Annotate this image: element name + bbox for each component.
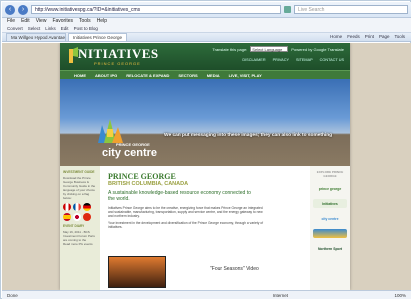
home-button[interactable]: Home	[330, 33, 342, 41]
nav-about-ipg[interactable]: ABOUT IPG	[95, 71, 117, 79]
status-bar: Done Internet 100%	[2, 290, 411, 299]
event-diary-text: May 16, 2011 - BCS Investment Forum Pari…	[63, 230, 95, 242]
refresh-icon[interactable]	[284, 6, 291, 13]
explore-title: EXPLORE PRINCE GEORGE	[316, 170, 344, 178]
event-more-link[interactable]: Read more PG events	[63, 242, 97, 246]
partner-northern-sport[interactable]: Northern Sport	[313, 244, 347, 253]
nav-media[interactable]: MEDIA	[207, 71, 220, 79]
logo-mark-icon	[69, 47, 78, 63]
spain-flag-icon[interactable]	[63, 213, 71, 221]
feeds-button[interactable]: Feeds	[347, 33, 360, 41]
video-thumbnail[interactable]	[108, 256, 166, 288]
investment-guide-title: INVESTMENT GUIDE	[63, 170, 95, 174]
partner-initiatives[interactable]: Initiatives	[313, 199, 347, 208]
flag-grid	[63, 203, 97, 221]
site-header: NITIATIVES PRINCE GEORGE Translate this …	[60, 43, 350, 70]
nav-home[interactable]: HOME	[74, 71, 86, 79]
menu-bar: File Edit View Favorites Tools Help	[2, 18, 411, 25]
germany-flag-icon[interactable]	[83, 203, 91, 211]
nav-relocate-expand[interactable]: RELOCATE & EXPAND	[126, 71, 169, 79]
hero-caption: We can put messaging into these images; …	[164, 133, 333, 138]
menu-edit[interactable]: Edit	[21, 18, 30, 25]
event-diary-title: EVENT DIARY	[63, 224, 85, 228]
powered-by-google: Powered by Google Translate	[291, 46, 344, 52]
browser-window: ‹ › http://www.initiativespg.ca/?ID=&ini…	[0, 0, 411, 299]
search-input[interactable]: Live Search	[294, 5, 408, 14]
zoom-level[interactable]: 100%	[394, 293, 406, 298]
disclaimer-link[interactable]: DISCLAIMER	[242, 58, 265, 62]
nav-sectors[interactable]: SECTORS	[178, 71, 197, 79]
japan-flag-icon[interactable]	[73, 213, 81, 221]
menu-favorites[interactable]: Favorites	[52, 18, 73, 25]
status-text: Done	[7, 292, 18, 298]
site-logo[interactable]: NITIATIVES	[78, 46, 159, 62]
intro-paragraph: Initiatives Prince George aims to be the…	[108, 206, 263, 218]
zone-text: Internet	[272, 292, 289, 298]
commitment-paragraph: Your investment in the development and d…	[108, 221, 264, 229]
tools-button[interactable]: Tools	[394, 33, 405, 41]
menu-tools[interactable]: Tools	[79, 18, 91, 25]
badge-city-centre: city centre	[102, 147, 158, 159]
nav-live-visit-play[interactable]: LIVE, VISIT, PLAY	[229, 71, 262, 79]
tab-initiatives[interactable]: Initiatives Prince George	[68, 33, 128, 41]
print-button[interactable]: Print	[365, 33, 374, 41]
investment-guide-text: Download the Prince George Business & Co…	[63, 176, 96, 200]
partner-prince-george[interactable]: prince george	[313, 184, 347, 193]
edit-button[interactable]: Edit	[61, 25, 69, 32]
translate-label: Translate this page:	[212, 46, 248, 52]
page-title: PRINCE GEORGE	[108, 172, 176, 181]
france-flag-icon[interactable]	[73, 203, 81, 211]
address-bar: ‹ › http://www.initiativespg.ca/?ID=&ini…	[2, 2, 411, 18]
canada-flag-icon[interactable]	[63, 203, 71, 211]
menu-help[interactable]: Help	[97, 18, 107, 25]
page-button[interactable]: Page	[379, 33, 390, 41]
language-select[interactable]: Select Language	[250, 46, 289, 52]
page-viewport[interactable]: NITIATIVES PRINCE GEORGE Translate this …	[2, 43, 411, 290]
tab-bar: Ma Willgeo Hypod Avantaes Initiatives Pr…	[2, 33, 411, 42]
back-icon[interactable]: ‹	[5, 4, 15, 15]
url-input[interactable]: http://www.initiativespg.ca/?ID=&initiat…	[31, 5, 281, 14]
forward-icon[interactable]: ›	[18, 4, 28, 15]
links-button[interactable]: Links	[45, 25, 56, 32]
hero-banner[interactable]: PRINCE GEORGE city centre We can put mes…	[60, 79, 350, 166]
city-centre-badge-icon	[98, 119, 123, 143]
main-navigation: HOME ABOUT IPG RELOCATE & EXPAND SECTORS…	[60, 70, 350, 79]
post-to-blog-button[interactable]: Post to Blog	[74, 25, 98, 32]
page-subtitle: BRITISH COLUMBIA, CANADA	[108, 181, 189, 187]
left-column: INVESTMENT GUIDE Download the Prince Geo…	[60, 166, 100, 290]
translate-widget: Translate this page: Select Language Pow…	[212, 46, 344, 52]
contact-us-link[interactable]: CONTACT US	[320, 58, 344, 62]
partner-sun-logo[interactable]	[313, 229, 347, 238]
content-area: INVESTMENT GUIDE Download the Prince Geo…	[60, 166, 350, 290]
site-logo-subtitle: PRINCE GEORGE	[94, 61, 141, 66]
sitemap-link[interactable]: SITEMAP	[296, 58, 313, 62]
tagline: A sustainable knowledge-based resource e…	[108, 190, 251, 202]
select-button[interactable]: Select	[28, 25, 41, 32]
privacy-link[interactable]: PRIVACY	[273, 58, 289, 62]
menu-file[interactable]: File	[7, 18, 15, 25]
webpage: NITIATIVES PRINCE GEORGE Translate this …	[60, 43, 350, 290]
china-flag-icon[interactable]	[83, 213, 91, 221]
command-bar: Home Feeds Print Page Tools	[330, 33, 411, 41]
utility-links: DISCLAIMER PRIVACY SITEMAP CONTACT US	[242, 58, 344, 62]
main-column: PRINCE GEORGE BRITISH COLUMBIA, CANADA A…	[100, 166, 310, 290]
convert-button[interactable]: Convert	[7, 25, 23, 32]
partner-city-centre[interactable]: city centre	[313, 214, 347, 223]
tab-hypod[interactable]: Ma Willgeo Hypod Avantaes	[6, 33, 66, 41]
links-bar: Convert Select Links Edit Post to Blog	[2, 25, 411, 33]
right-column: EXPLORE PRINCE GEORGE prince george Init…	[310, 166, 350, 290]
menu-view[interactable]: View	[36, 18, 47, 25]
video-caption[interactable]: "Four Seasons" Video	[210, 266, 259, 272]
